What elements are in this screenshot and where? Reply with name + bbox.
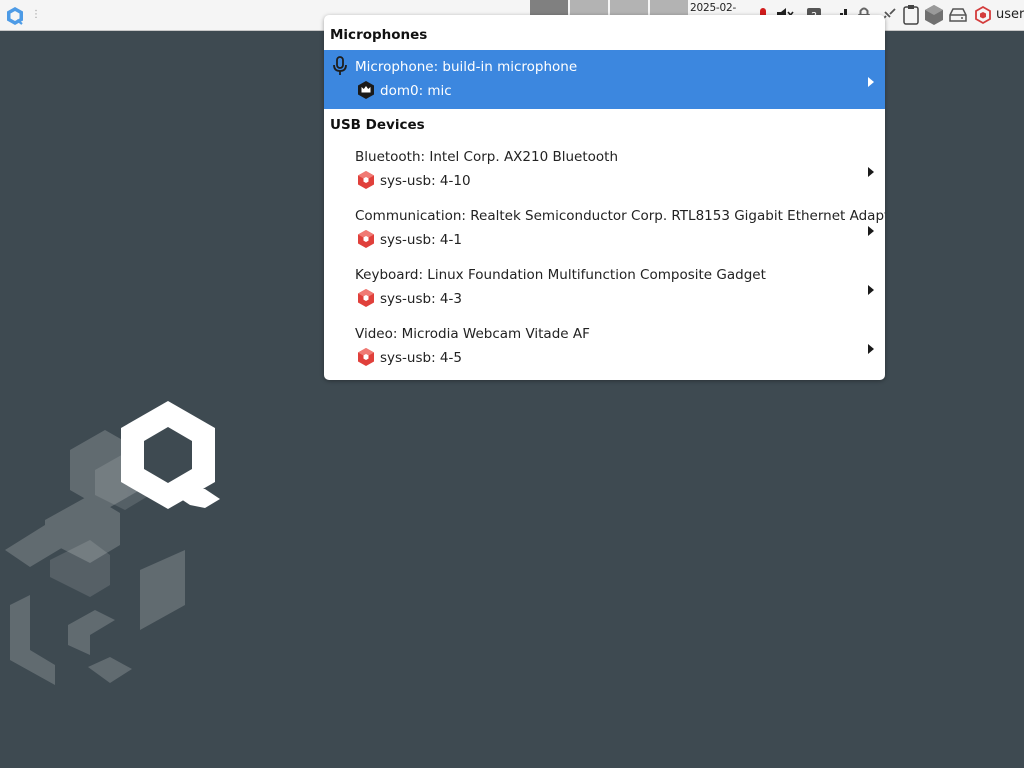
qubes-menu-icon[interactable] [4,5,26,27]
microphones-section-header: Microphones [330,27,428,43]
device-title: Keyboard: Linux Foundation Multifunction… [355,267,766,283]
panel-user-label[interactable]: user [996,7,1024,22]
workspace-3[interactable] [610,0,648,16]
workspace-1[interactable] [530,0,568,16]
device-qube-label: sys-usb: 4-1 [380,232,462,248]
sys-usb-cube-icon [356,229,376,249]
device-qube-label: sys-usb: 4-10 [380,173,471,189]
device-title: Microphone: build-in microphone [355,59,578,75]
panel-clock-date[interactable]: 2025-02-23 [690,2,748,26]
submenu-arrow-icon [867,73,875,87]
sys-usb-cube-icon [356,347,376,367]
submenu-arrow-icon [867,163,875,177]
device-popup-menu: Microphones Microphone: build-in microph… [324,15,885,380]
qubes-desktop-logo [0,395,230,695]
panel-drag-handle[interactable]: ⋮ [31,8,41,22]
device-title: Video: Microdia Webcam Vitade AF [355,326,590,342]
usb-device-row[interactable]: Keyboard: Linux Foundation Multifunction… [324,258,885,317]
workspace-4[interactable] [650,0,688,16]
qube-user-icon[interactable] [972,4,994,26]
usb-devices-section-header: USB Devices [330,117,425,133]
device-qube-label: sys-usb: 4-3 [380,291,462,307]
devices-icon[interactable] [947,4,969,26]
submenu-arrow-icon [867,222,875,236]
sys-usb-cube-icon [356,170,376,190]
usb-device-row[interactable]: Video: Microdia Webcam Vitade AF sys-usb… [324,317,885,376]
usb-device-row[interactable]: Communication: Realtek Semiconductor Cor… [324,199,885,258]
workspace-2[interactable] [570,0,608,16]
device-title: Bluetooth: Intel Corp. AX210 Bluetooth [355,149,619,165]
clipboard-icon[interactable] [900,4,922,26]
submenu-arrow-icon [867,281,875,295]
sys-usb-cube-icon [356,288,376,308]
submenu-arrow-icon [867,340,875,354]
microphone-device-row[interactable]: Microphone: build-in microphone dom0: mi… [324,50,885,109]
usb-device-row[interactable]: Bluetooth: Intel Corp. AX210 Bluetooth s… [324,140,885,199]
dom0-crown-icon [356,80,376,100]
device-qube-label: dom0: mic [380,83,452,99]
qube-domains-icon[interactable] [923,4,945,26]
microphone-icon [331,56,349,76]
device-qube-label: sys-usb: 4-5 [380,350,462,366]
device-title: Communication: Realtek Semiconductor Cor… [355,208,885,224]
